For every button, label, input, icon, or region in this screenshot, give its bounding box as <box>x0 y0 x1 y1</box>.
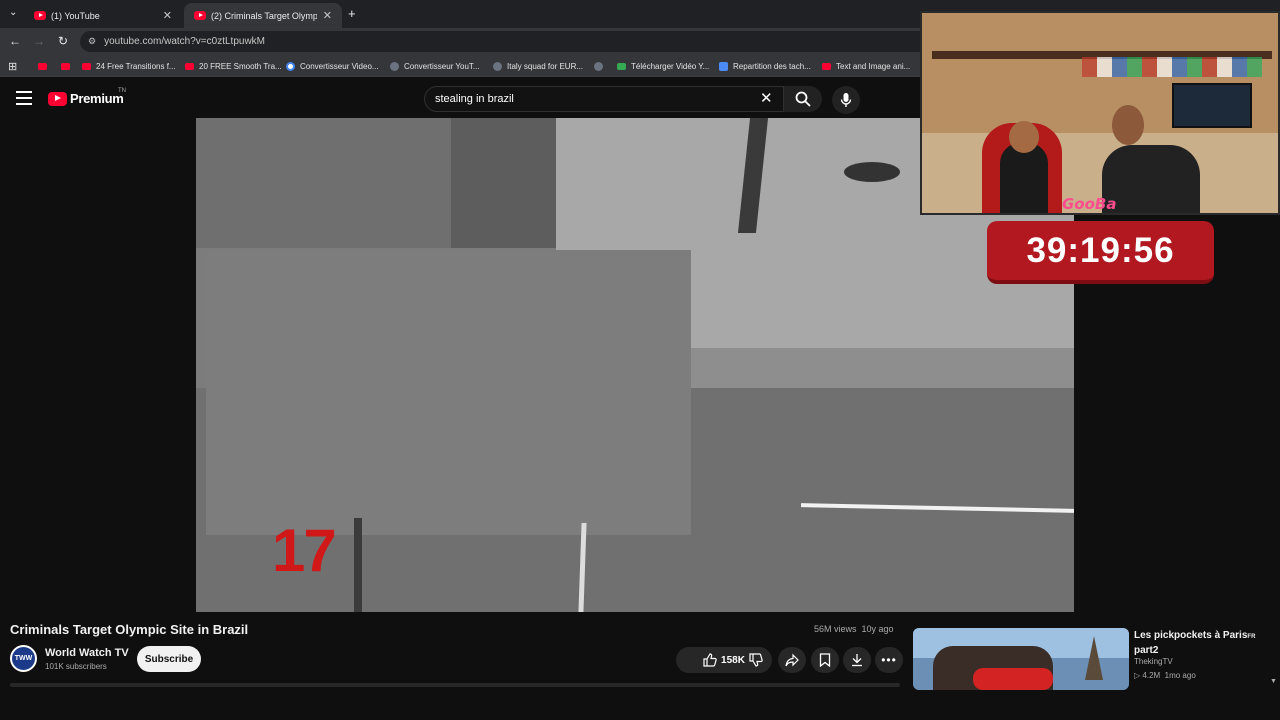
video-overlay-counter: 17 <box>272 517 337 584</box>
share-button[interactable] <box>778 647 806 673</box>
bookmark-item[interactable] <box>594 60 608 73</box>
microphone-icon <box>840 93 852 107</box>
eiffel-tower <box>1085 636 1103 680</box>
video-frame-curb <box>686 348 1074 388</box>
new-tab-icon[interactable]: + <box>348 6 356 21</box>
tab-title: (2) Criminals Target Olympic Site in Bra… <box>211 10 317 21</box>
streamer-person <box>1102 145 1200 213</box>
search-input[interactable]: stealing in brazil <box>424 86 784 112</box>
bookmark-icon <box>819 653 831 667</box>
youtube-premium-logo[interactable]: Premium TN <box>48 88 126 106</box>
apps-grid-icon[interactable]: ⊞ <box>8 60 17 73</box>
logo-region-code: TN <box>118 88 126 94</box>
share-icon <box>785 653 799 667</box>
back-arrow-icon[interactable]: ← <box>7 34 23 48</box>
bookmark-item[interactable]: Convertisseur Video... <box>286 60 379 73</box>
subscriber-count: 101K subscribers <box>45 662 107 671</box>
more-actions-button[interactable]: ••• <box>875 647 903 673</box>
globe-icon <box>594 62 603 71</box>
recommended-video-channel[interactable]: ThekingTV <box>1134 657 1173 666</box>
voice-search-button[interactable] <box>832 86 860 114</box>
youtube-masthead: Premium TN stealing in brazil ✕ <box>0 78 920 120</box>
logo-text: Premium <box>70 91 124 106</box>
video-blurred-region <box>206 250 691 535</box>
download-icon <box>852 654 862 667</box>
bookmark-item[interactable]: Télécharger Vidéo Y... <box>617 60 709 73</box>
streamer-webcam-overlay: GooBa <box>920 11 1280 215</box>
site-info-icon[interactable]: ⚙ <box>88 36 96 47</box>
tab-title: (1) YouTube <box>51 10 100 21</box>
subscribe-button[interactable]: Subscribe <box>137 646 201 672</box>
globe-icon <box>493 62 502 71</box>
youtube-icon <box>61 63 70 70</box>
video-meta: 56M views 10y ago <box>814 624 894 634</box>
site-icon <box>390 62 399 71</box>
bookmark-item[interactable]: Repartition des tach... <box>719 60 811 73</box>
video-frame-doorway <box>451 118 561 248</box>
bookmark-item[interactable]: 20 FREE Smooth Tra... <box>185 60 282 73</box>
scroll-down-arrow-icon[interactable]: ▼ <box>1270 678 1277 685</box>
clear-search-icon[interactable]: ✕ <box>760 89 773 107</box>
channel-avatar[interactable]: TWW <box>10 645 37 672</box>
description-box-edge <box>10 683 900 687</box>
bookmark-item[interactable]: Italy squad for EUR... <box>493 60 583 73</box>
tab-youtube-home[interactable]: (1) YouTube ✕ <box>24 3 182 28</box>
hamburger-menu-icon[interactable] <box>16 91 32 105</box>
tab-current-video[interactable]: (2) Criminals Target Olympic Site in Bra… <box>184 3 342 28</box>
tab-search-chevron-icon[interactable]: ⌄ <box>9 7 17 18</box>
download-icon <box>617 63 626 70</box>
youtube-favicon-icon <box>34 11 46 20</box>
reload-icon[interactable]: ↻ <box>55 34 71 48</box>
youtube-favicon-icon <box>194 11 206 20</box>
dislike-button[interactable] <box>742 647 770 673</box>
close-tab-icon[interactable]: ✕ <box>323 9 332 22</box>
save-button[interactable] <box>811 647 839 673</box>
youtube-icon <box>822 63 831 70</box>
title-flag-code: FR <box>1247 634 1256 640</box>
bookmark-item[interactable] <box>38 60 52 73</box>
stream-timer: 39:19:56 <box>987 221 1214 284</box>
bookmark-item[interactable]: Text and Image ani... <box>822 60 910 73</box>
address-bar[interactable]: ⚙ youtube.com/watch?v=c0ztLtpuwkM <box>80 31 930 52</box>
youtube-icon <box>38 63 47 70</box>
upload-age: 10y ago <box>861 624 894 634</box>
recommended-video-title[interactable]: Les pickpockets à ParisFR part2 <box>1134 629 1268 657</box>
forward-arrow-icon[interactable]: → <box>31 34 47 48</box>
video-title: Criminals Target Olympic Site in Brazil <box>10 622 249 637</box>
more-dots-icon: ••• <box>881 653 897 667</box>
docs-icon <box>719 62 728 71</box>
recommended-video-thumbnail[interactable] <box>913 628 1129 690</box>
download-button[interactable] <box>843 647 871 673</box>
thumbs-up-icon <box>703 653 717 667</box>
bookmark-item[interactable]: 24 Free Transitions f... <box>82 60 176 73</box>
youtube-play-icon <box>48 91 67 106</box>
video-frame-manhole <box>844 162 900 182</box>
youtube-icon <box>82 63 91 70</box>
channel-name[interactable]: World Watch TV <box>45 647 129 659</box>
streamer-person <box>1000 143 1048 213</box>
youtube-icon <box>185 63 194 70</box>
bookmark-item[interactable] <box>61 60 75 73</box>
play-count-icon: ▷ <box>1134 671 1141 680</box>
google-icon <box>286 62 295 71</box>
search-button[interactable] <box>784 86 822 112</box>
view-count: 56M views <box>814 624 857 634</box>
cam-brand-logo: GooBa <box>1062 195 1117 213</box>
url-text: youtube.com/watch?v=c0ztLtpuwkM <box>104 36 265 47</box>
close-tab-icon[interactable]: ✕ <box>163 9 172 22</box>
video-frame-post <box>354 518 362 612</box>
thumbs-down-icon <box>749 653 763 667</box>
recommended-video-stats: ▷ 4.2M 1mo ago <box>1134 671 1196 680</box>
bookmark-item[interactable]: Convertisseur YouT... <box>390 60 480 73</box>
search-query-text: stealing in brazil <box>435 93 514 105</box>
search-icon <box>795 91 811 107</box>
